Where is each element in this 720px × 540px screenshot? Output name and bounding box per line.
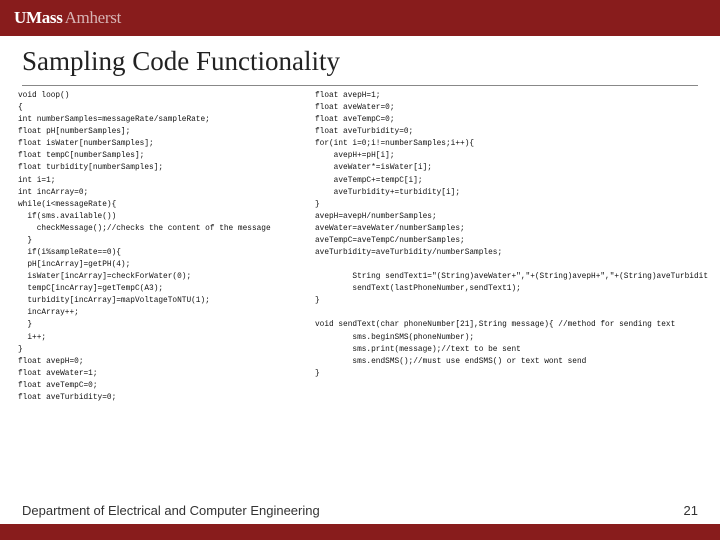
code-right-b-text: void sendText(char phoneNumber[21],Strin… xyxy=(315,321,675,377)
code-area: void loop() { int numberSamples=messageR… xyxy=(0,90,720,404)
code-right-a-text: float avepH=1; float aveWater=0; float a… xyxy=(315,92,708,305)
page-number: 21 xyxy=(684,503,698,518)
code-column-left: void loop() { int numberSamples=messageR… xyxy=(18,90,315,404)
footer-line: Department of Electrical and Computer En… xyxy=(0,496,720,524)
title-area: Sampling Code Functionality xyxy=(0,36,720,83)
code-left-text: void loop() { int numberSamples=messageR… xyxy=(18,92,271,402)
brand-header: UMassAmherst xyxy=(0,0,720,36)
code-column-right: float avepH=1; float aveWater=0; float a… xyxy=(315,90,708,404)
footer-red-bar xyxy=(0,524,720,540)
footer: Department of Electrical and Computer En… xyxy=(0,496,720,540)
logo-mass: Mass xyxy=(26,8,63,27)
logo-u: U xyxy=(14,8,26,27)
slide-title: Sampling Code Functionality xyxy=(22,46,698,77)
title-rule xyxy=(22,85,698,86)
footer-department: Department of Electrical and Computer En… xyxy=(22,503,320,518)
logo-amherst: Amherst xyxy=(65,8,121,27)
umass-logo: UMassAmherst xyxy=(14,8,121,28)
